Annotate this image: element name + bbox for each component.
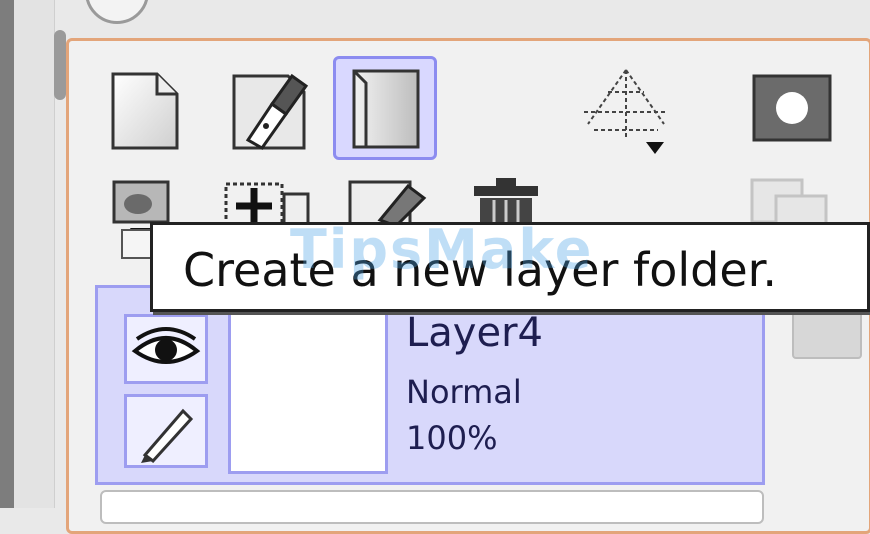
new-layer-icon <box>111 72 179 150</box>
layer-visibility-toggle[interactable] <box>124 314 208 384</box>
layer-blend-mode: Normal <box>406 373 522 411</box>
layer-mask-button[interactable] <box>750 72 834 144</box>
perspective-ruler-button[interactable] <box>578 64 674 158</box>
layer-folder-icon <box>352 69 420 149</box>
perspective-ruler-icon <box>584 69 668 154</box>
pencil-icon <box>141 408 194 464</box>
panel-scroll-track[interactable] <box>14 0 66 508</box>
copy-layer-button[interactable] <box>746 176 836 226</box>
copy-layer-icon <box>750 178 828 226</box>
watermark-logo: TipsMake <box>290 218 594 281</box>
mask-icon <box>752 74 832 142</box>
layer-item-layer4[interactable]: Layer4 Normal 100% <box>95 285 765 485</box>
new-layer-button[interactable] <box>105 70 185 152</box>
layer-thumbnail[interactable] <box>228 306 388 474</box>
panel-scroll-thumb[interactable] <box>54 30 66 100</box>
new-layer-folder-button[interactable] <box>333 56 437 160</box>
window-left-edge <box>0 0 14 508</box>
pen-layer-icon <box>232 73 309 150</box>
eye-icon <box>131 327 201 364</box>
layer-item-next[interactable] <box>100 490 764 524</box>
new-linework-layer-button[interactable] <box>228 70 312 154</box>
color-wheel-edge <box>85 0 149 24</box>
layer-lock-toggle[interactable] <box>124 394 208 468</box>
layer-name: Layer4 <box>406 310 543 356</box>
layer-opacity: 100% <box>406 419 498 457</box>
